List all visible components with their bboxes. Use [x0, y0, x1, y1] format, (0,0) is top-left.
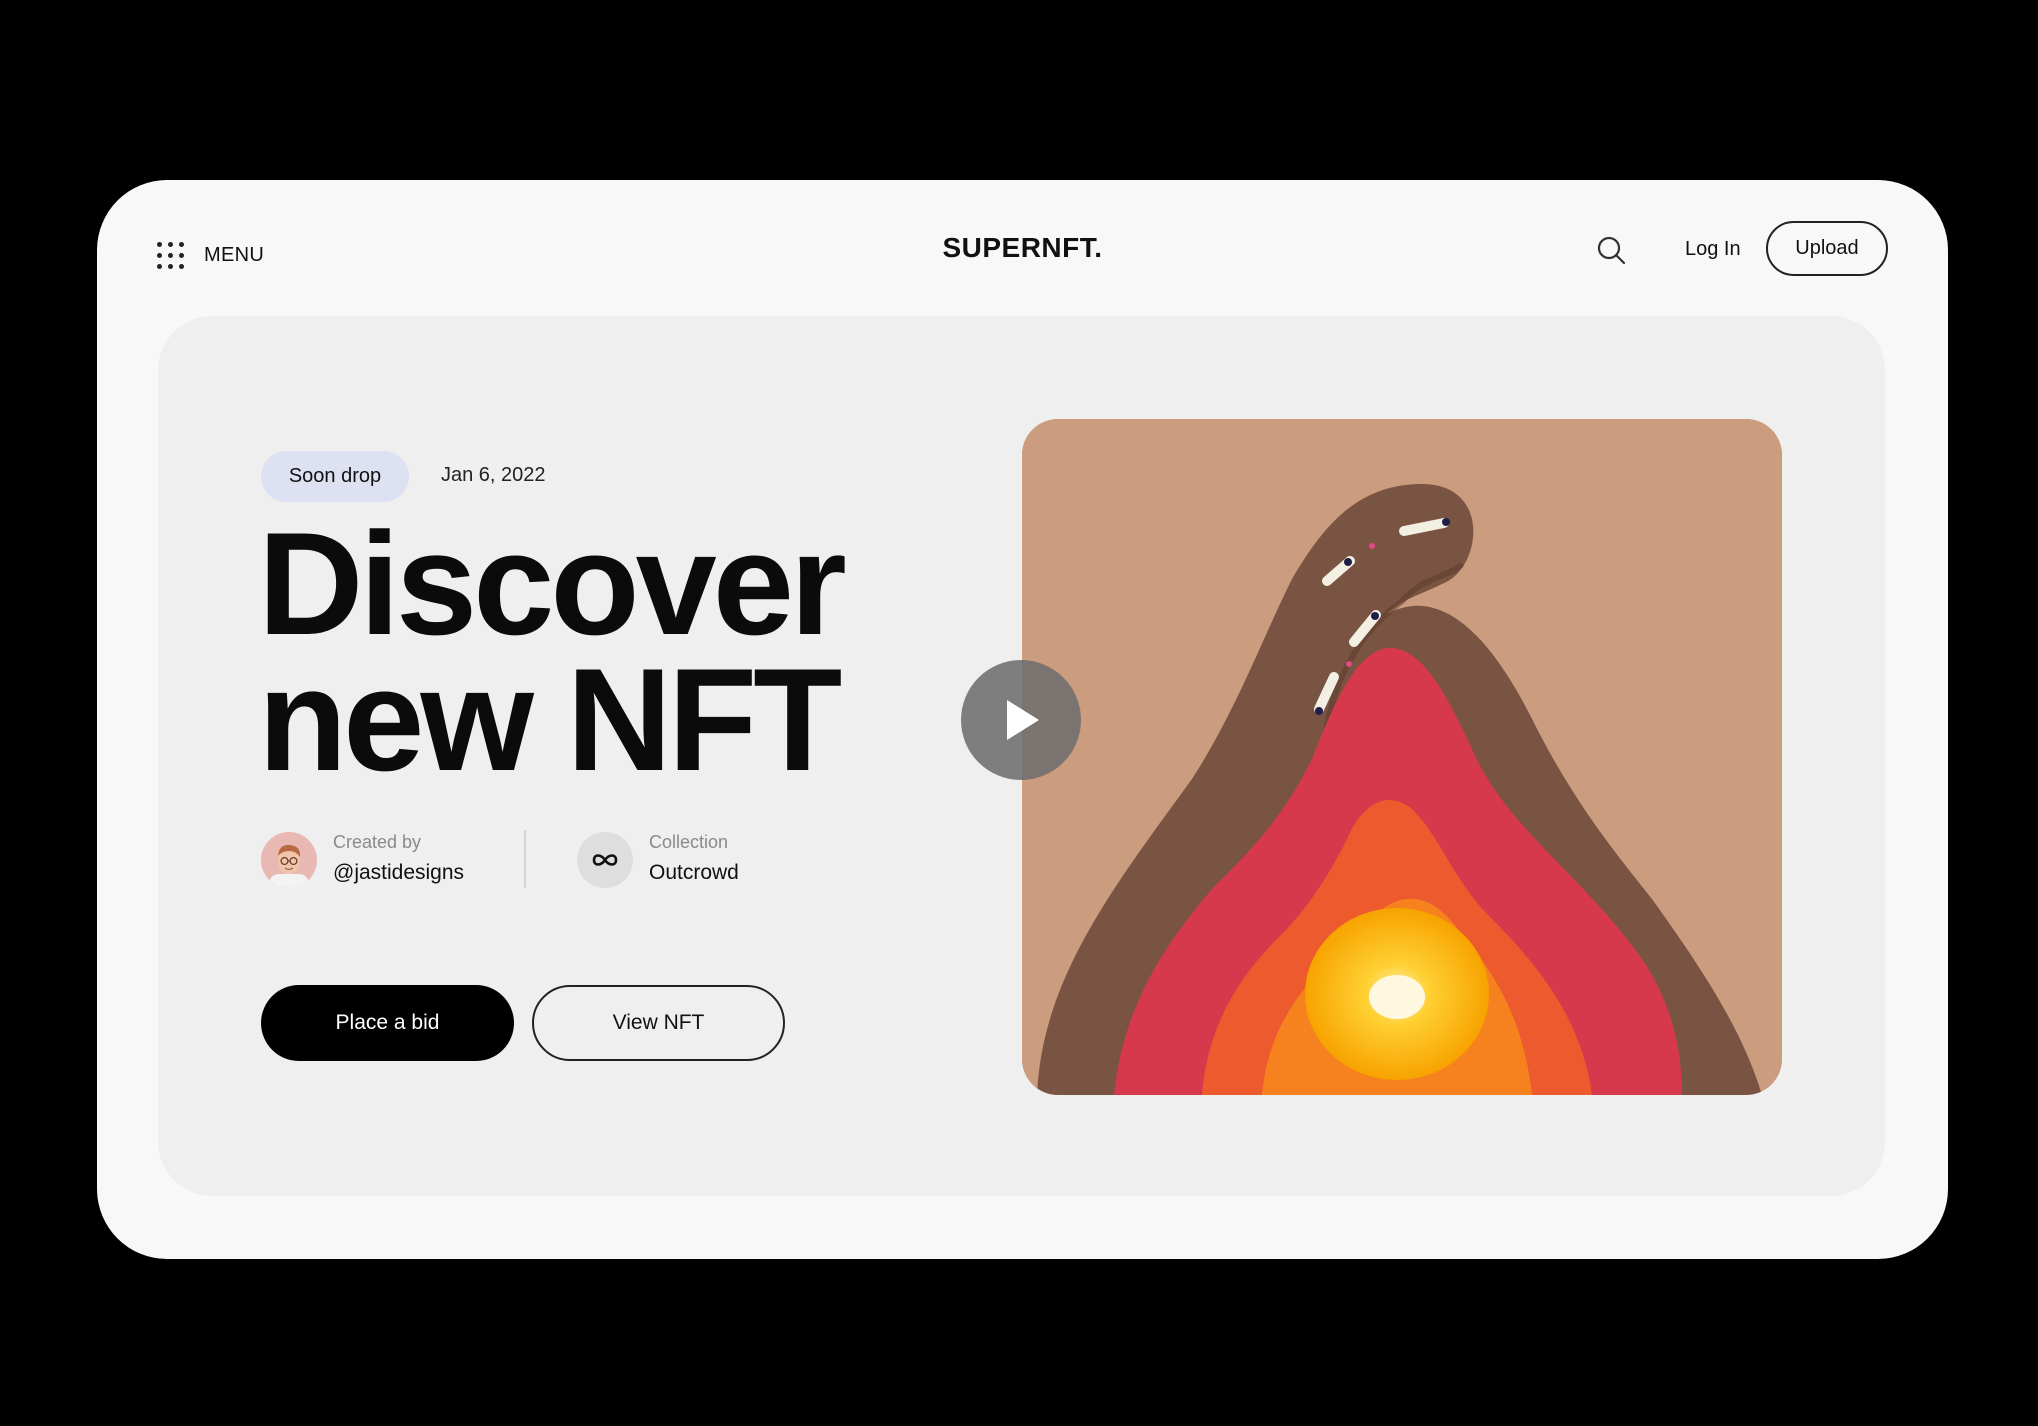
collection-avatar[interactable] [577, 832, 633, 888]
divider [524, 830, 526, 888]
app-window: MENU SUPERNFT. Log In Upload Soon drop J… [97, 180, 1948, 1259]
header: MENU SUPERNFT. Log In Upload [97, 180, 1948, 320]
creator-info: Created by @jastidesigns [333, 832, 464, 885]
play-button[interactable] [961, 660, 1081, 780]
collection-label: Collection [649, 832, 729, 852]
search-icon[interactable] [1595, 234, 1629, 268]
play-icon [1007, 700, 1039, 740]
view-nft-button[interactable]: View NFT [532, 985, 785, 1061]
avatar[interactable] [261, 832, 317, 888]
status-badge: Soon drop [261, 451, 409, 502]
headline-line-1: Discover [258, 502, 847, 665]
drop-date: Jan 6, 2022 [441, 464, 546, 486]
collection-infinity-icon [592, 854, 618, 866]
nft-artwork[interactable] [1022, 419, 1782, 1095]
hero-panel: Soon drop Jan 6, 2022 Discover new NFT C… [158, 316, 1885, 1196]
headline-line-2: new NFT [258, 638, 842, 801]
creator-handle[interactable]: @jastidesigns [333, 861, 464, 885]
upload-button[interactable]: Upload [1766, 221, 1888, 276]
page-title: Discover new NFT [258, 502, 847, 801]
collection-name[interactable]: Outcrowd [649, 861, 739, 885]
brand-logo[interactable]: SUPERNFT. [97, 232, 1948, 264]
login-link[interactable]: Log In [1685, 238, 1741, 261]
place-bid-button[interactable]: Place a bid [261, 985, 514, 1061]
creator-label: Created by [333, 832, 422, 852]
collection-info: Collection Outcrowd [649, 832, 739, 885]
